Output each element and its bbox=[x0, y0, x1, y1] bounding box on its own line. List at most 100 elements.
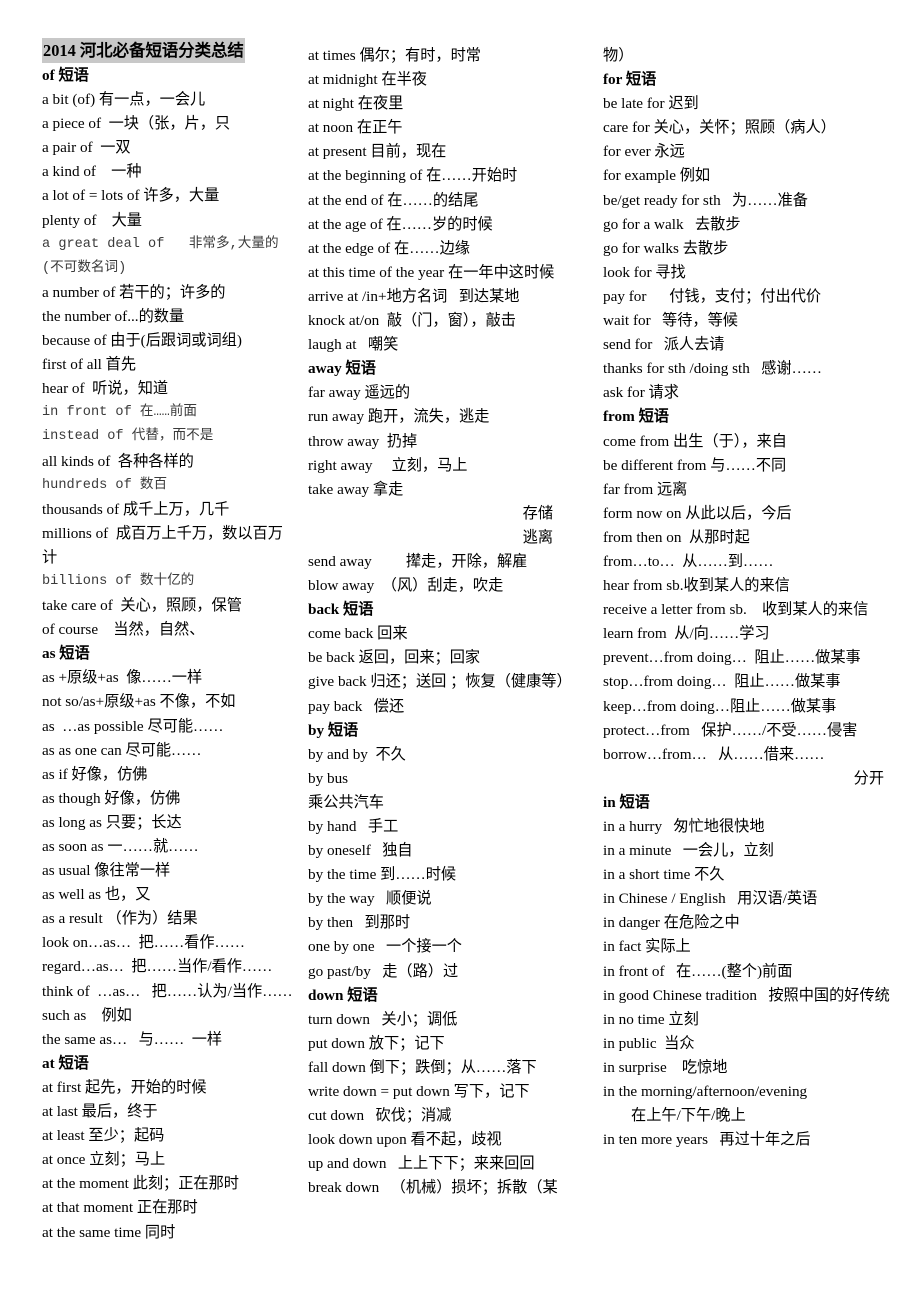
phrase-line: at night 在夜里 bbox=[308, 95, 404, 113]
phrase-line: in good Chinese tradition 按照中国的好传统 bbox=[603, 986, 890, 1004]
phrase-line: run away 跑开，流失，逃走 bbox=[308, 408, 490, 426]
phrase-line: far from 远离 bbox=[603, 480, 688, 498]
phrase-line: at once 立刻；马上 bbox=[42, 1151, 166, 1169]
phrase-line-mono: a great deal of 非常多,大量的(不可数名词) bbox=[42, 236, 279, 276]
phrase-line: by the time 到……时候 bbox=[308, 866, 457, 884]
phrase-line: at last 最后，终于 bbox=[42, 1103, 158, 1121]
phrase-line: as …as possible 尽可能…… bbox=[42, 717, 224, 735]
phrase-line: in surprise 吃惊地 bbox=[603, 1058, 728, 1076]
document-title-row: 2014 河北必备短语分类总结 bbox=[42, 38, 294, 64]
phrase-line: as though 好像，仿佛 bbox=[42, 789, 181, 807]
phrase-line: cut down 砍伐；消减 bbox=[308, 1107, 452, 1125]
column-3-lines: 物） for 短语 be late for 迟到 care for 关心，关怀；照顾（… bbox=[603, 44, 902, 1152]
phrase-line: take care of 关心，照顾，保管 bbox=[42, 597, 242, 615]
column-1-lines: of 短语 a bit (of) 有一点，一会儿 a piece of 一块（张，片… bbox=[42, 64, 294, 1245]
phrase-line: a lot of = lots of 许多，大量 bbox=[42, 187, 220, 205]
phrase-line: a bit (of) 有一点，一会儿 bbox=[42, 91, 206, 109]
phrase-line: in public 当众 bbox=[603, 1034, 695, 1052]
phrase-line: write down = put down 写下，记下 bbox=[308, 1083, 530, 1101]
phrase-line: come back 回来 bbox=[308, 625, 408, 643]
phrase-line: form now on 从此以后，今后 bbox=[603, 504, 792, 522]
phrase-line-indented: 存储 bbox=[522, 504, 553, 522]
phrase-line: from then on 从那时起 bbox=[603, 528, 750, 546]
phrase-line: knock at/on 敲（门，窗），敲击 bbox=[308, 312, 516, 330]
phrase-line: thousands of 成千上万，几千 bbox=[42, 500, 230, 518]
phrase-line: think of …as… 把……认为/当作…… bbox=[42, 982, 293, 1000]
phrase-line: in fact 实际上 bbox=[603, 938, 691, 956]
phrase-line: in the morning/afternoon/evening bbox=[603, 1083, 808, 1101]
phrase-line: hear from sb.收到某人的来信 bbox=[603, 577, 790, 595]
phrase-line: in ten more years 再过十年之后 bbox=[603, 1131, 811, 1149]
phrase-line: arrive at /in+地方名词 到达某地 bbox=[308, 287, 520, 305]
phrase-line: by hand 手工 bbox=[308, 818, 399, 835]
section-heading: down 短语 bbox=[308, 986, 378, 1004]
phrase-line: 物） bbox=[603, 47, 634, 64]
phrase-line: as a result （作为）结果 bbox=[42, 910, 198, 928]
phrase-line: look for 寻找 bbox=[603, 263, 686, 281]
phrase-line: at this time of the year 在一年中这时候 bbox=[308, 263, 555, 281]
phrase-line: go past/by 走（路）过 bbox=[308, 962, 459, 980]
phrase-line: regard…as… 把……当作/看作…… bbox=[42, 958, 273, 976]
phrase-line: as usual 像往常一样 bbox=[42, 862, 171, 880]
phrase-line: one by one 一个接一个 bbox=[308, 938, 462, 956]
phrase-line: blow away （风）刮走，吹走 bbox=[308, 577, 504, 595]
phrase-line: as well as 也，又 bbox=[42, 886, 151, 904]
phrase-line: as as one can 尽可能…… bbox=[42, 741, 202, 759]
document-page: 2014 河北必备短语分类总结 of 短语 a bit (of) 有一点，一会儿 a… bbox=[0, 0, 920, 1302]
section-heading: of 短语 bbox=[42, 67, 89, 84]
phrase-line: at least 至少；起码 bbox=[42, 1127, 165, 1145]
phrase-line: such as 例如 bbox=[42, 1006, 132, 1024]
phrase-line: in a minute 一会儿，立刻 bbox=[603, 842, 774, 860]
phrase-line: give back 归还；送回 ；恢复（健康等） bbox=[308, 673, 572, 691]
phrase-line: take away 拿走 bbox=[308, 480, 404, 498]
phrase-line: at the age of 在……岁的时候 bbox=[308, 215, 493, 233]
phrase-line: put down 放下；记下 bbox=[308, 1034, 445, 1052]
phrase-line: at that moment 正在那时 bbox=[42, 1199, 198, 1217]
phrase-line: up and down 上上下下；来来回回 bbox=[308, 1155, 535, 1173]
phrase-line: for example 例如 bbox=[603, 167, 711, 185]
phrase-line: from…to… 从……到…… bbox=[603, 552, 774, 570]
phrase-line: break down （机械）损坏；拆散（某 bbox=[308, 1179, 558, 1197]
section-heading: from 短语 bbox=[603, 408, 669, 426]
phrase-line: as long as 只要；长达 bbox=[42, 813, 182, 831]
section-heading: by 短语 bbox=[308, 721, 359, 739]
phrase-line: the number of...的数量 bbox=[42, 307, 185, 325]
phrase-line: care for 关心，关怀；照顾（病人） bbox=[603, 119, 836, 137]
phrase-line: in no time 立刻 bbox=[603, 1010, 699, 1028]
phrase-line: millions of 成百万上千万，数以百万计 bbox=[42, 524, 283, 566]
phrase-line: go for a walk 去散步 bbox=[603, 215, 741, 233]
phrase-line: be different from 与……不同 bbox=[603, 456, 787, 474]
phrase-line: right away 立刻，马上 bbox=[308, 456, 468, 474]
phrase-line: as soon as 一……就…… bbox=[42, 838, 199, 855]
phrase-line: the same as… 与…… 一样 bbox=[42, 1030, 223, 1048]
phrase-line: turn down 关小；调低 bbox=[308, 1010, 458, 1028]
phrase-line: in a hurry 匆忙地很快地 bbox=[603, 818, 765, 835]
phrase-line-mono: billions of 数十亿的 bbox=[42, 573, 195, 589]
phrase-line: in front of 在……(整个)前面 bbox=[603, 962, 793, 980]
column-2-lines: at times 偶尔；有时，时常 at midnight 在半夜 at night… bbox=[308, 44, 587, 1201]
section-heading: as 短语 bbox=[42, 645, 90, 663]
phrase-line: by then 到那时 bbox=[308, 914, 411, 932]
phrase-line: prevent…from doing… 阻止……做某事 bbox=[603, 649, 861, 667]
phrase-line: at noon 在正午 bbox=[308, 119, 403, 137]
phrase-line: in Chinese / English 用汉语/英语 bbox=[603, 890, 818, 908]
phrase-line: look down upon 看不起，歧视 bbox=[308, 1131, 502, 1149]
phrase-line: in a short time 不久 bbox=[603, 866, 725, 884]
phrase-line: by the way 顺便说 bbox=[308, 890, 432, 908]
phrase-line: send for 派人去请 bbox=[603, 336, 725, 354]
phrase-line-indented: 在上午/下午/晚上 bbox=[631, 1107, 746, 1125]
phrase-line: be back 返回，回来；回家 bbox=[308, 649, 481, 667]
phrase-line: by and by 不久 bbox=[308, 745, 406, 763]
phrase-line-mono: in front of 在……前面 bbox=[42, 405, 197, 421]
phrase-line: 乘公共汽车 bbox=[308, 793, 384, 811]
page-title: 2014 河北必备短语分类总结 bbox=[42, 38, 245, 63]
section-heading: back 短语 bbox=[308, 601, 374, 619]
phrase-line-indented: 分开 bbox=[853, 769, 884, 787]
section-heading: at 短语 bbox=[42, 1054, 89, 1072]
phrase-line: for ever 永远 bbox=[603, 143, 685, 161]
phrase-line: not so/as+原级+as 不像，不如 bbox=[42, 693, 236, 711]
phrase-line: send away 撵走，开除，解雇 bbox=[308, 552, 528, 570]
phrase-line: borrow…from… 从……借来…… bbox=[603, 745, 825, 763]
phrase-line: at the moment 此刻；正在那时 bbox=[42, 1175, 239, 1193]
phrase-line: wait for 等待，等候 bbox=[603, 312, 738, 330]
